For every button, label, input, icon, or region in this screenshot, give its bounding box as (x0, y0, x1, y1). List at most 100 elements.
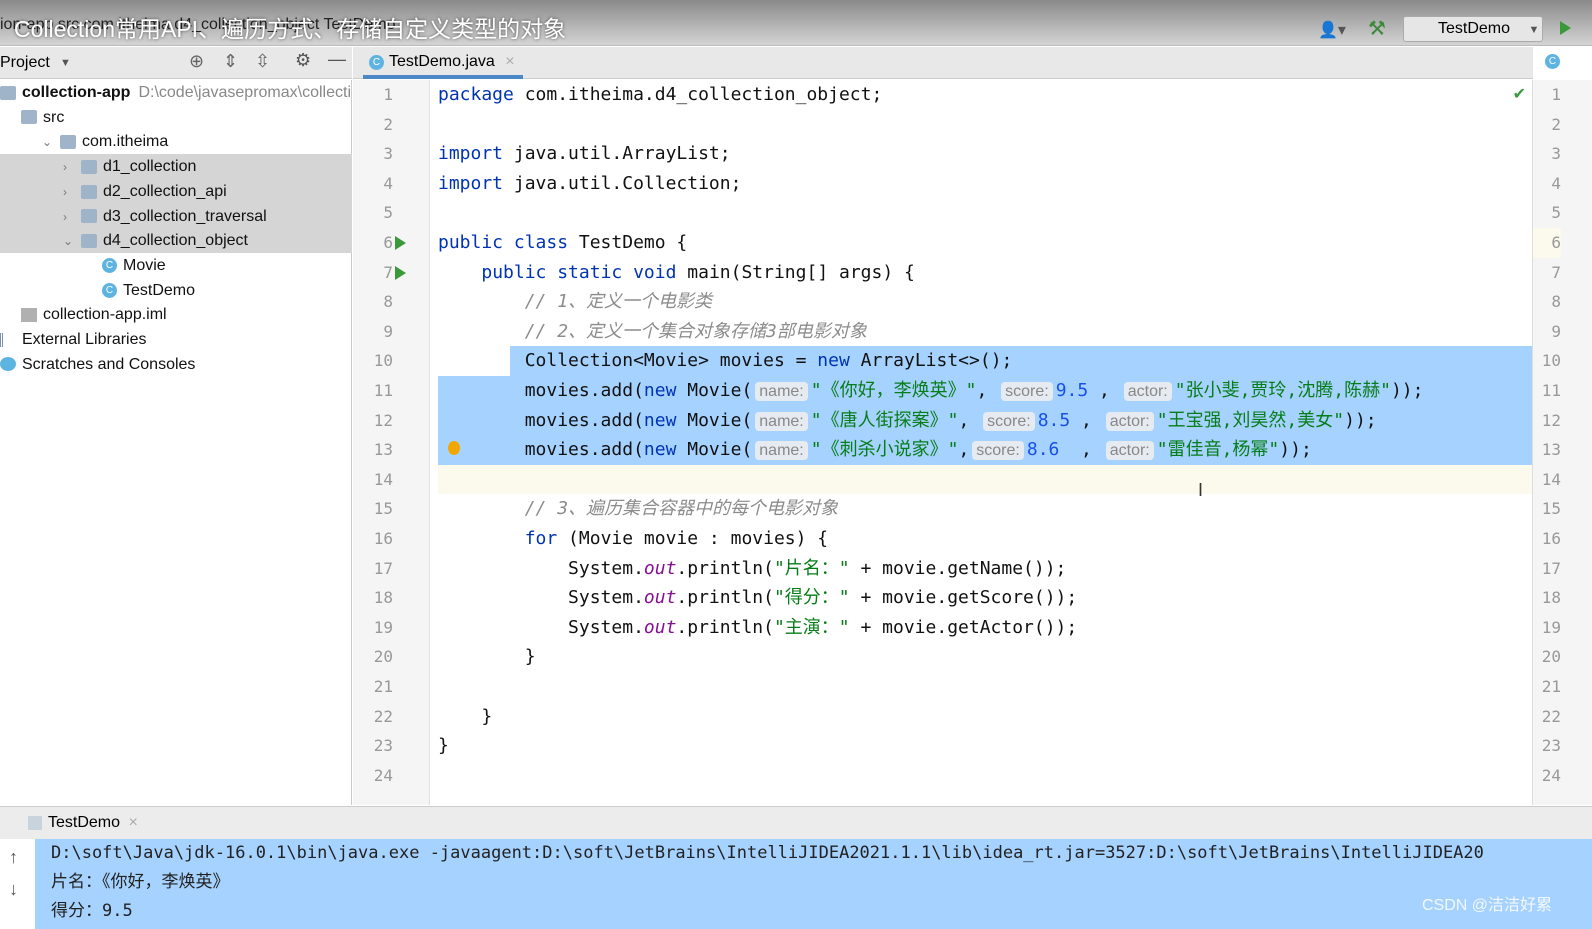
code-token: new (643, 409, 677, 431)
tree-item[interactable]: External Libraries (0, 327, 352, 352)
console-text[interactable]: D:\soft\Java\jdk-16.0.1\bin\java.exe -ja… (35, 839, 1592, 929)
code-line[interactable] (438, 761, 1532, 791)
code-token: )); (1390, 380, 1424, 401)
code-token: "《你好，李焕英》" (810, 380, 977, 401)
tree-item[interactable]: collection-app.iml (0, 302, 352, 327)
line-number: 4 (383, 173, 393, 193)
line-number: 6 (383, 233, 393, 252)
code-token: movies.add( (438, 409, 644, 431)
code-line[interactable]: movies.add(new Movie(name: "《刺杀小说家》", scor… (438, 435, 1532, 465)
code-token: } (438, 646, 536, 668)
tab-run-testdemo[interactable]: TestDemo × (28, 814, 138, 832)
tree-item[interactable]: src (0, 105, 352, 130)
code-token: System. (438, 557, 644, 579)
code-token: TestDemo { (568, 232, 688, 253)
line-number-gutter: 1 2 3 4 5 6 7 8 9 10 11 12 13 14 15 16 17 18 19 20 21 22 23 24 (353, 80, 430, 805)
line-number: 3 (1551, 144, 1561, 164)
hide-icon[interactable]: — (328, 49, 346, 70)
line-number: 3 (383, 144, 393, 164)
console-line[interactable]: D:\soft\Java\jdk-16.0.1\bin\java.exe -ja… (35, 839, 1592, 868)
code-line[interactable]: System.out.println("得分：" + movie.getScor… (438, 583, 1532, 613)
code-token: movies.add( (438, 439, 644, 461)
chevron-right-icon[interactable]: › (63, 205, 81, 229)
chevron-down-icon[interactable]: ⌄ (42, 130, 60, 154)
code-line[interactable]: movies.add(new Movie(name: "《你好，李焕英》", sc… (438, 376, 1532, 406)
tree-item-label: d2_collection_api (103, 182, 227, 200)
code-token: , (1059, 439, 1103, 461)
folder-icon (60, 135, 76, 150)
close-icon[interactable]: × (128, 814, 137, 831)
no-problems-check-icon: ✔ (1512, 86, 1526, 103)
code-line[interactable]: // 2、定义一个集合对象存储3部电影对象 (438, 317, 1532, 347)
line-number: 6 (1533, 228, 1561, 258)
run-gutter-icon[interactable] (395, 265, 406, 280)
code-token: .println( (676, 616, 774, 638)
code-line[interactable]: System.out.println("主演：" + movie.getActo… (438, 613, 1532, 643)
code-line[interactable]: } (438, 731, 1532, 761)
tree-item[interactable]: ⌄ com.itheima (0, 129, 352, 154)
code-token: import (438, 172, 504, 194)
code-line[interactable] (438, 110, 1532, 140)
file-icon (21, 308, 37, 323)
expand-all-icon[interactable]: ⇕ (223, 51, 238, 72)
code-line[interactable]: // 1、定义一个电影类 (438, 287, 1532, 317)
tree-item[interactable]: ⌄ d4_collection_object (0, 228, 352, 254)
code-editor[interactable]: ✔ I package com.itheima.d4_collection_ob… (430, 80, 1532, 805)
close-icon[interactable]: × (505, 53, 514, 70)
code-line[interactable]: public class TestDemo { (438, 228, 1532, 258)
parameter-hint: score: (972, 441, 1024, 461)
tree-item[interactable]: C Movie (0, 253, 352, 278)
code-token: public static void (481, 261, 677, 283)
chevron-down-icon[interactable]: ⌄ (63, 229, 81, 253)
code-line[interactable]: System.out.println("片名：" + movie.getName… (438, 554, 1532, 584)
scroll-down-arrow-icon[interactable]: ↓ (9, 879, 18, 900)
code-line[interactable] (438, 464, 1532, 495)
tree-item[interactable]: › d1_collection (0, 154, 352, 180)
locate-icon[interactable]: ⊕ (189, 51, 204, 72)
code-token: 8.5 (1037, 409, 1071, 431)
build-hammer-icon[interactable]: ⚒ (1368, 16, 1386, 41)
console-output[interactable]: ↑ ↓ D:\soft\Java\jdk-16.0.1\bin\java.exe… (0, 839, 1592, 929)
code-line[interactable]: movies.add(new Movie(name: "《唐人街探案》", sco… (438, 405, 1532, 436)
code-line[interactable]: import java.util.Collection; (438, 169, 1532, 199)
console-line[interactable]: 得分：9.5 (35, 897, 1592, 926)
editor-tabs: C TestDemo.java × (353, 47, 1533, 79)
collapse-all-icon[interactable]: ⇳ (255, 51, 270, 72)
code-token: Movie( (676, 439, 753, 461)
run-icon[interactable] (1560, 21, 1571, 35)
run-config-dropdown[interactable]: TestDemo ▼ (1403, 16, 1543, 42)
code-token: } (438, 735, 449, 757)
line-number: 17 (373, 558, 393, 578)
user-icon[interactable]: 👤▾ (1318, 20, 1346, 40)
chevron-right-icon[interactable]: › (63, 155, 81, 179)
code-token: (Movie movie : movies) { (557, 528, 829, 549)
tree-item[interactable]: C TestDemo (0, 278, 352, 303)
code-line[interactable]: package com.itheima.d4_collection_object… (438, 80, 1532, 110)
code-line[interactable]: } (438, 642, 1532, 672)
tree-item[interactable]: Scratches and Consoles (0, 352, 352, 377)
console-line[interactable]: 片名：《你好，李焕英》 (35, 868, 1592, 897)
tree-item[interactable]: › d3_collection_traversal (0, 203, 352, 229)
tab-testdemo-java[interactable]: C TestDemo.java × (363, 47, 523, 79)
scroll-up-arrow-icon[interactable]: ↑ (9, 847, 18, 868)
code-line[interactable]: // 3、遍历集合容器中的每个电影对象 (438, 494, 1532, 524)
project-view-dropdown[interactable]: Project (0, 54, 50, 72)
code-line[interactable]: import java.util.ArrayList; (438, 139, 1532, 169)
code-line[interactable] (438, 198, 1532, 228)
tree-item[interactable]: collection-app D:\code\javasepromax\colle… (0, 80, 352, 105)
run-gutter-icon[interactable] (395, 236, 406, 250)
tab-label: TestDemo.java (389, 53, 495, 70)
code-line[interactable] (438, 672, 1532, 702)
code-line[interactable]: public static void main(String[] args) { (438, 258, 1532, 288)
code-line[interactable]: } (438, 702, 1532, 732)
code-line[interactable]: Collection<Movie> movies = new ArrayList… (438, 346, 1532, 376)
code-token: java.util.Collection; (503, 172, 742, 194)
gear-icon[interactable]: ⚙ (295, 50, 311, 71)
chevron-right-icon[interactable]: › (63, 180, 81, 204)
tree-item-label: collection-app (22, 84, 131, 101)
code-line[interactable]: for (Movie movie : movies) { (438, 524, 1532, 554)
chevron-down-icon[interactable]: ▼ (60, 57, 71, 69)
tree-item[interactable]: › d2_collection_api (0, 178, 352, 204)
code-token: for (524, 528, 558, 549)
